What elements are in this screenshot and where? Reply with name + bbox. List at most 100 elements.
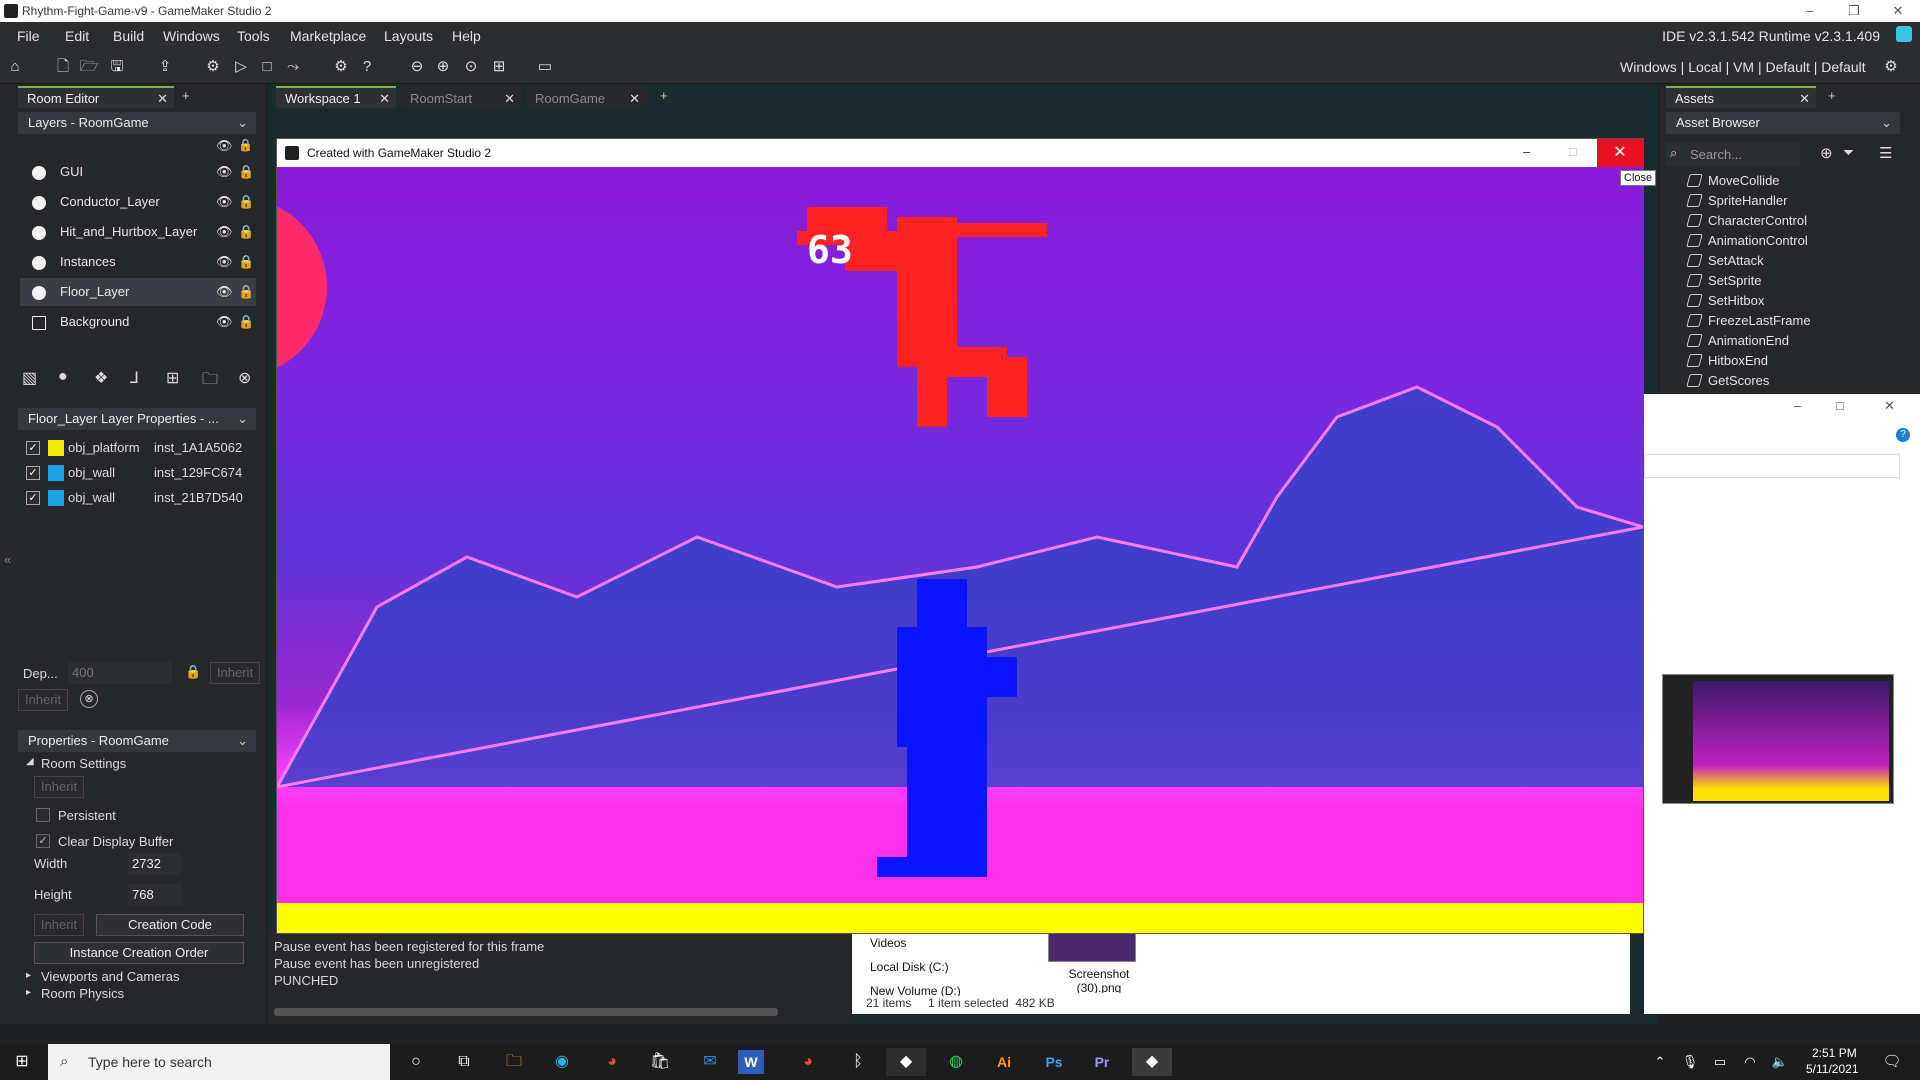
add-folder-icon[interactable]: 🗀 xyxy=(202,368,218,395)
explorer-nav-videos[interactable]: Videos xyxy=(870,936,906,950)
gamemaker-run-icon[interactable]: ◆ xyxy=(1132,1048,1172,1076)
cortana-icon[interactable]: ○ xyxy=(396,1048,436,1076)
asset-item[interactable]: SpriteHandler xyxy=(1686,193,1788,208)
chevron-down-icon[interactable]: ⌄ xyxy=(1881,112,1892,134)
collapse-panel-icon[interactable]: « xyxy=(4,552,11,567)
layers-header[interactable]: Layers - RoomGame ⌄ xyxy=(18,112,256,134)
explorer-icon[interactable]: 🗀 xyxy=(494,1048,534,1076)
close-game-button[interactable]: ✕ xyxy=(1597,139,1643,167)
add-tab-icon[interactable]: + xyxy=(660,88,668,103)
menu-file[interactable]: File xyxy=(17,28,40,44)
asset-item[interactable]: MoveCollide xyxy=(1686,173,1780,188)
instance-row[interactable]: ✓ obj_wall inst_129FC674 xyxy=(18,461,256,485)
room-settings-label[interactable]: Room Settings xyxy=(41,756,126,771)
windows-start-icon[interactable]: ⊞ xyxy=(2,1048,42,1076)
word-icon[interactable]: W xyxy=(738,1050,764,1074)
fit-icon[interactable]: ⊞ xyxy=(488,56,510,78)
zoom-reset-icon[interactable]: ⊙ xyxy=(460,56,482,78)
layer-floor[interactable]: Floor_Layer 👁 🔒 xyxy=(20,278,256,306)
asset-item[interactable]: SetHitbox xyxy=(1686,293,1764,308)
close-window-button[interactable]: ✕ xyxy=(1876,0,1920,22)
game-canvas[interactable]: 63 xyxy=(277,167,1643,933)
open-project-icon[interactable]: 🗁 xyxy=(78,56,100,78)
menu-icon[interactable]: ☰ xyxy=(1879,144,1892,162)
asset-browser-header[interactable]: Asset Browser ⌄ xyxy=(1666,112,1900,134)
add-asset-icon[interactable]: ⊕ xyxy=(1820,144,1833,162)
layer-background[interactable]: Background 👁 🔒 xyxy=(20,308,256,336)
expand-icon[interactable]: ◢ xyxy=(26,756,34,767)
lock-icon[interactable]: 🔒 xyxy=(238,248,254,276)
room-physics-label[interactable]: Room Physics xyxy=(41,986,124,1001)
console-scrollbar[interactable] xyxy=(274,1008,778,1016)
premiere-icon[interactable]: Pr xyxy=(1082,1048,1122,1076)
layer-properties-header[interactable]: Floor_Layer Layer Properties - ... ⌄ xyxy=(18,408,256,430)
minimize-icon[interactable]: – xyxy=(1523,144,1530,159)
instance-checkbox[interactable]: ✓ xyxy=(26,441,40,455)
minimize-button[interactable]: – xyxy=(1788,0,1832,22)
asset-item[interactable]: GetScores xyxy=(1686,373,1769,388)
mail-icon[interactable]: ✉ xyxy=(690,1048,730,1076)
close-icon[interactable]: ✕ xyxy=(379,88,390,110)
illustrator-icon[interactable]: Ai xyxy=(984,1048,1024,1076)
menu-tools[interactable]: Tools xyxy=(237,28,270,44)
close-icon[interactable]: ✕ xyxy=(504,88,515,110)
asset-item[interactable]: FreezeLastFrame xyxy=(1686,313,1811,328)
eye-icon[interactable]: 👁 xyxy=(216,278,233,306)
viewports-label[interactable]: Viewports and Cameras xyxy=(41,969,180,984)
chevron-down-icon[interactable]: ⌄ xyxy=(237,730,248,752)
add-asset-layer-icon[interactable]: ⊞ xyxy=(166,368,179,388)
layer-gui[interactable]: GUI 👁 🔒 xyxy=(20,158,256,186)
lock-icon[interactable]: 🔒 xyxy=(238,158,254,186)
filter-icon[interactable]: ⏷ xyxy=(1843,144,1854,161)
chevron-down-icon[interactable]: ⌄ xyxy=(237,112,248,134)
restore-button[interactable]: ❐ xyxy=(1832,0,1876,22)
inherit-code-button[interactable]: Inherit xyxy=(34,914,84,936)
properties-header[interactable]: Properties - RoomGame ⌄ xyxy=(18,730,256,752)
tab-roomstart[interactable]: RoomStart ✕ xyxy=(401,86,521,108)
target-selector[interactable]: Windows | Local | VM | Default | Default xyxy=(1620,59,1866,75)
home-icon[interactable]: ⌂ xyxy=(4,56,26,78)
menu-layouts[interactable]: Layouts xyxy=(384,28,433,44)
stop-icon[interactable]: □ xyxy=(256,56,278,78)
persistent-checkbox[interactable] xyxy=(36,808,50,822)
spotify-icon[interactable]: ◍ xyxy=(936,1048,976,1076)
address-field[interactable] xyxy=(1644,454,1900,478)
photoshop-icon[interactable]: Ps xyxy=(1034,1048,1074,1076)
instance-row[interactable]: ✓ obj_wall inst_21B7D540 xyxy=(18,486,256,510)
close-icon[interactable]: ✕ xyxy=(1884,398,1895,414)
add-tab-icon[interactable]: + xyxy=(1828,88,1836,103)
creation-code-button[interactable]: Creation Code xyxy=(96,914,244,936)
inherit-room-button[interactable]: Inherit xyxy=(34,776,84,798)
maximize-icon[interactable]: □ xyxy=(1569,144,1577,159)
asset-search-input[interactable]: ⌕ Search... xyxy=(1666,142,1800,166)
eye-icon[interactable]: 👁 xyxy=(216,218,233,246)
asset-item[interactable]: CharacterControl xyxy=(1686,213,1807,228)
add-instance-layer-icon[interactable]: ● xyxy=(58,368,68,386)
menu-windows[interactable]: Windows xyxy=(163,28,220,44)
eye-icon[interactable]: 👁 xyxy=(216,158,233,186)
save-icon[interactable]: 🖫 xyxy=(106,56,128,78)
close-icon[interactable]: ✕ xyxy=(157,88,168,110)
chat-icon[interactable] xyxy=(1896,26,1912,42)
instance-checkbox[interactable]: ✓ xyxy=(26,491,40,505)
lock-icon[interactable]: 🔒 xyxy=(238,278,254,306)
asset-item[interactable]: SetAttack xyxy=(1686,253,1764,268)
tab-assets[interactable]: Assets ✕ xyxy=(1666,86,1816,108)
tab-workspace-1[interactable]: Workspace 1 ✕ xyxy=(276,86,396,108)
asset-item[interactable]: AnimationEnd xyxy=(1686,333,1789,348)
new-project-icon[interactable]: 🗋 xyxy=(52,56,74,78)
lock-icon[interactable]: 🔒 xyxy=(238,188,254,216)
clear-icon[interactable]: ⊗ xyxy=(80,690,98,708)
run-icon[interactable]: ▷ xyxy=(230,56,252,78)
chevron-down-icon[interactable]: ⌄ xyxy=(237,408,248,430)
chrome-icon[interactable]: ◕ xyxy=(592,1048,632,1076)
settings-icon[interactable]: ⚙ xyxy=(330,56,352,78)
eye-icon[interactable]: 👁 xyxy=(216,188,233,216)
close-icon[interactable]: ✕ xyxy=(629,88,640,110)
add-background-layer-icon[interactable]: ▧ xyxy=(22,368,37,388)
minimize-icon[interactable]: – xyxy=(1794,398,1801,413)
chrome2-icon[interactable]: ◕ xyxy=(788,1048,828,1076)
restore-icon[interactable]: □ xyxy=(1836,398,1844,413)
lock-icon[interactable]: 🔒 xyxy=(185,664,201,680)
delete-layer-icon[interactable]: ⊗ xyxy=(238,368,251,388)
